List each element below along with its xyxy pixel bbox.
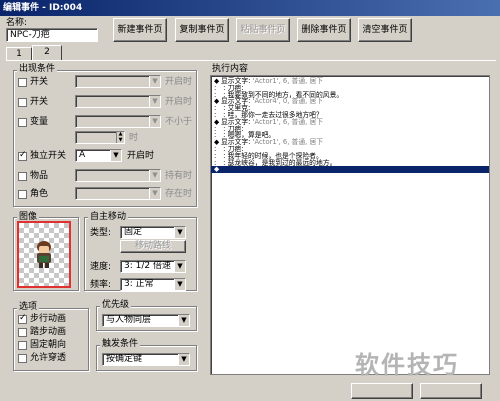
options-title: 选项: [17, 302, 40, 313]
self-switch-label: 独立开关: [30, 151, 67, 161]
self-switch-value: A: [79, 150, 86, 160]
command-row[interactable]: ◆ 显示文字: 'Actor1', 6, 普通, 居下: [211, 78, 489, 85]
walk-anim-checkbox[interactable]: [18, 313, 27, 324]
chevron-down-icon: ▼: [149, 96, 160, 107]
event-editor-window: 编辑事件 - ID:004 名称: NPC-刀疤 新建事件页 复制事件页 粘贴事…: [0, 0, 500, 401]
command-row[interactable]: ◆ 显示文字: 'Actor4', 0, 普通, 居下: [211, 98, 489, 105]
chevron-down-icon: ▼: [178, 315, 189, 326]
chevron-down-icon: ▼: [149, 116, 160, 127]
variable-label: 变量: [30, 117, 49, 127]
move-type-label: 类型:: [90, 228, 112, 238]
command-param: 'Actor1', 6, 普通, 居下: [250, 117, 324, 126]
through-label: 允许穿透: [30, 353, 67, 363]
priority-value: 与人物同层: [106, 315, 152, 325]
actor-label: 角色: [30, 189, 49, 199]
move-type-select[interactable]: 固定 ▼: [120, 226, 186, 239]
conditions-title: 出现条件: [17, 64, 58, 75]
tab-page-2[interactable]: 2: [32, 45, 62, 60]
tab-panel-edge: [6, 60, 496, 61]
command-marker: ◆: [214, 165, 220, 174]
dir-fix-checkbox[interactable]: [18, 341, 27, 350]
contents-title: 执行内容: [210, 64, 251, 75]
name-input[interactable]: NPC-刀疤: [6, 28, 98, 42]
command-param: 'Actor4', 0, 普通, 居下: [250, 97, 324, 106]
trigger-value: 按确定键: [106, 354, 143, 364]
switch2-select[interactable]: ▼: [75, 95, 161, 108]
switch1-label: 开关: [30, 77, 49, 87]
actor-suffix: 存在时: [165, 189, 193, 199]
window-title: 编辑事件 - ID:004: [0, 0, 500, 16]
chevron-down-icon: ▼: [174, 261, 185, 272]
chevron-down-icon: ▼: [174, 227, 185, 238]
speed-select[interactable]: 3: 1/2 倍速 ▼: [120, 260, 186, 273]
step-anim-label: 踏步动画: [30, 327, 67, 337]
self-switch-suffix: 开启时: [127, 151, 155, 161]
step-anim-checkbox[interactable]: [18, 328, 27, 337]
self-switch-checkbox[interactable]: [18, 150, 27, 161]
watermark-text: 软件技巧: [355, 351, 459, 379]
priority-select[interactable]: 与人物同层 ▼: [102, 314, 190, 327]
switch1-suffix: 开启时: [165, 77, 193, 87]
new-page-button[interactable]: 新建事件页: [113, 18, 167, 42]
chevron-down-icon: ▼: [149, 76, 160, 87]
actor-checkbox[interactable]: [18, 190, 27, 199]
chevron-down-icon: ▼: [178, 354, 189, 365]
switch1-checkbox[interactable]: [18, 78, 27, 87]
variable-suffix: 不小于: [165, 117, 193, 127]
trigger-select[interactable]: 按确定键 ▼: [102, 353, 190, 366]
frequency-value: 3: 正常: [124, 279, 154, 289]
paste-page-button[interactable]: 粘贴事件页: [236, 18, 290, 42]
move-type-value: 固定: [124, 227, 143, 237]
chevron-down-icon: ▼: [149, 170, 160, 181]
walk-anim-label: 步行动画: [30, 314, 67, 324]
contents-rows: ◆ 显示文字: 'Actor1', 6, 普通, 居下: : 刀疤:: : 我要致…: [211, 76, 489, 174]
chevron-down-icon: ▼: [110, 150, 121, 161]
through-checkbox[interactable]: [18, 354, 27, 363]
speed-label: 速度:: [90, 262, 112, 272]
command-param: 'Actor1', 6, 普通, 居下: [250, 77, 324, 85]
spin-down-icon[interactable]: ▼: [116, 138, 124, 143]
switch2-checkbox[interactable]: [18, 98, 27, 107]
command-row[interactable]: ◆: [211, 165, 489, 174]
self-switch-select[interactable]: A ▼: [75, 149, 122, 162]
frequency-select[interactable]: 3: 正常 ▼: [120, 278, 186, 291]
priority-title: 优先级: [100, 300, 132, 311]
character-sprite-icon: [37, 241, 51, 268]
command-text: : 瑟龙峡谷，是我到过的最远的地方。: [221, 158, 337, 167]
chevron-down-icon: ▼: [149, 188, 160, 199]
command-row[interactable]: ◆ 显示文字: 'Actor1', 6, 普通, 居下: [211, 139, 489, 146]
chevron-down-icon: ▼: [174, 279, 185, 290]
command-row[interactable]: : : 瑟龙峡谷，是我到过的最远的地方。: [211, 158, 489, 167]
item-suffix: 持有时: [165, 171, 193, 181]
tab-page-1[interactable]: 1: [6, 47, 32, 60]
dir-fix-label: 固定朝向: [30, 340, 67, 350]
variable-select[interactable]: ▼: [75, 115, 161, 128]
contents-list[interactable]: ◆ 显示文字: 'Actor1', 6, 普通, 居下: : 刀疤:: : 我要致…: [210, 75, 490, 375]
item-checkbox[interactable]: [18, 172, 27, 181]
item-select[interactable]: ▼: [75, 169, 161, 182]
command-row[interactable]: ◆ 显示文字: 'Actor1', 6, 普通, 居下: [211, 117, 489, 126]
frequency-label: 频率:: [90, 280, 112, 290]
variable-value-input[interactable]: ▲ ▼: [75, 131, 125, 144]
actor-select[interactable]: ▼: [75, 187, 161, 200]
switch2-label: 开关: [30, 97, 49, 107]
item-label: 物品: [30, 171, 49, 181]
command-param: 'Actor1', 6, 普通, 居下: [250, 138, 324, 147]
move-route-button[interactable]: 移动路线: [120, 240, 186, 253]
switch2-suffix: 开启时: [165, 97, 193, 107]
ok-button[interactable]: [351, 383, 413, 399]
clear-page-button[interactable]: 清空事件页: [358, 18, 412, 42]
delete-page-button[interactable]: 删除事件页: [297, 18, 351, 42]
switch1-select[interactable]: ▼: [75, 75, 161, 88]
character-image[interactable]: [17, 221, 71, 288]
trigger-title: 触发条件: [100, 339, 141, 350]
autonomous-title: 自主移动: [88, 212, 129, 223]
variable-unit: 时: [129, 133, 139, 143]
cancel-button[interactable]: [420, 383, 482, 399]
speed-value: 3: 1/2 倍速: [124, 261, 171, 271]
variable-checkbox[interactable]: [18, 118, 27, 127]
copy-page-button[interactable]: 复制事件页: [175, 18, 229, 42]
